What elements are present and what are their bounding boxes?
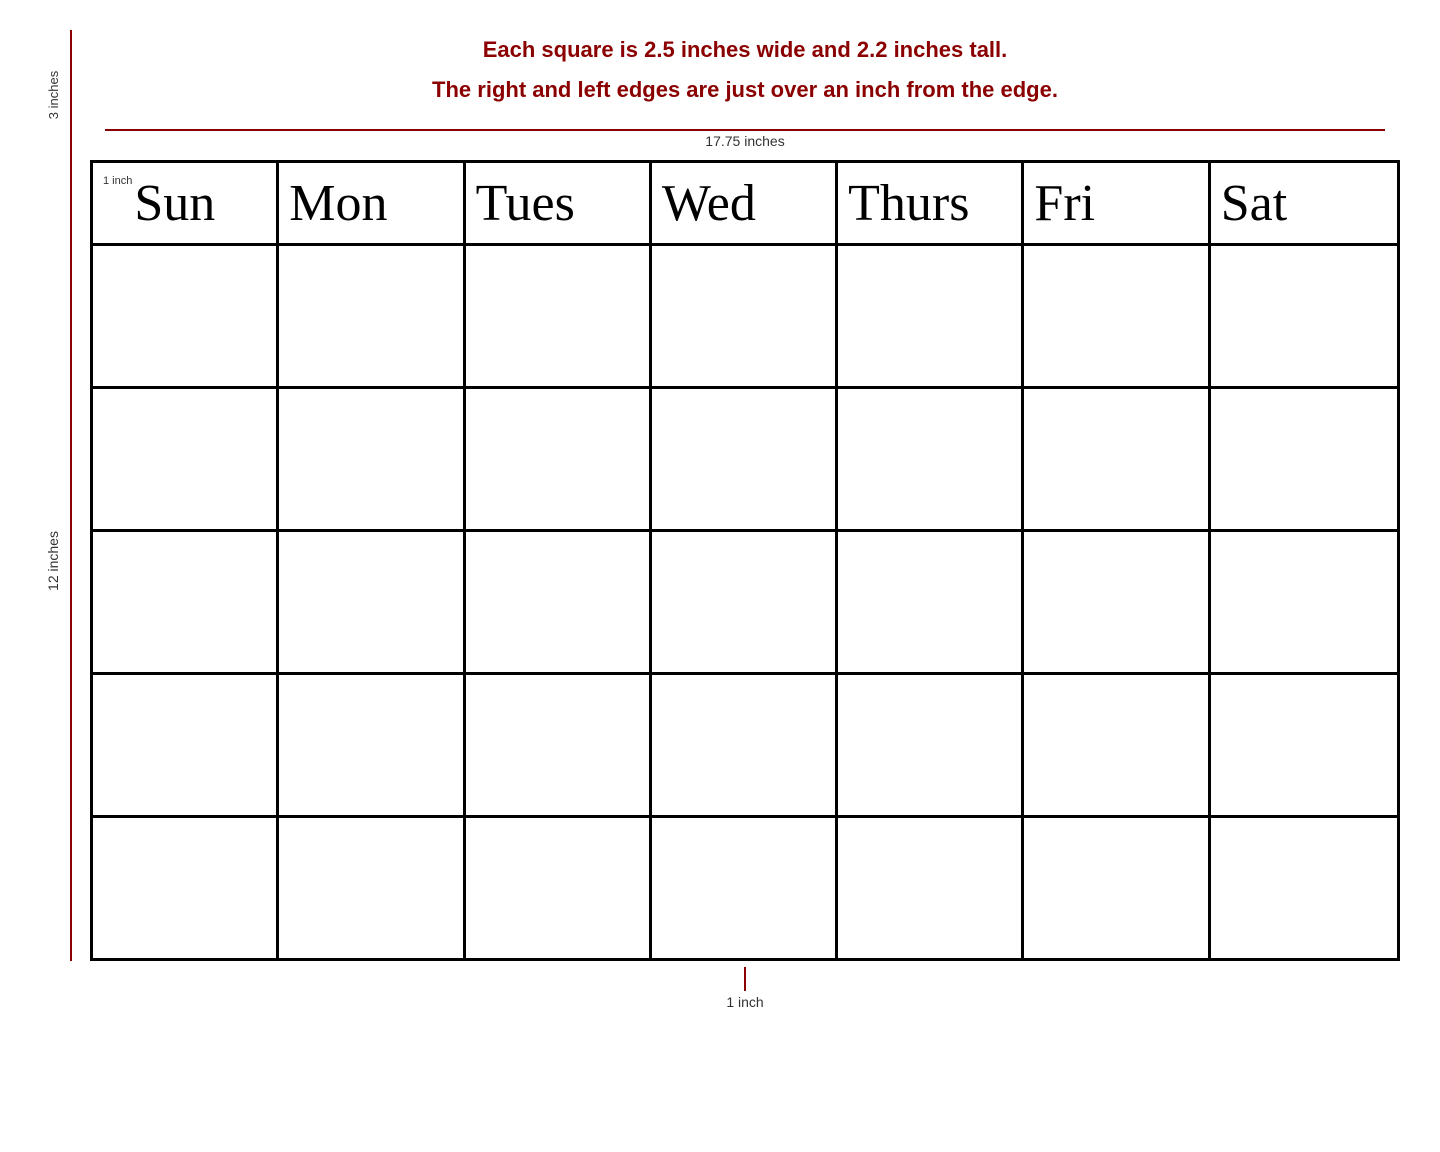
day-sun: Sun xyxy=(134,174,215,233)
bottom-ruler-line xyxy=(744,967,746,991)
cell-2-2 xyxy=(279,389,465,529)
cell-3-5 xyxy=(838,532,1024,672)
cell-5-2 xyxy=(279,818,465,958)
cal-row-5 xyxy=(93,818,1397,958)
three-inch-line xyxy=(70,30,72,160)
cell-3-2 xyxy=(279,532,465,672)
cell-1-2 xyxy=(279,246,465,386)
cell-5-1 xyxy=(93,818,279,958)
cell-4-6 xyxy=(1024,675,1210,815)
calendar-grid: 1 inch Sun Mon Tues Wed Thurs Fri Sat xyxy=(90,160,1400,961)
cal-row-3 xyxy=(93,532,1397,675)
ruler-left-12-line xyxy=(70,160,72,961)
bottom-ruler: 1 inch xyxy=(726,967,763,1010)
cell-4-4 xyxy=(652,675,838,815)
cell-3-3 xyxy=(466,532,652,672)
cal-row-1 xyxy=(93,246,1397,389)
cal-row-2 xyxy=(93,389,1397,532)
three-inch-ruler: 3 inches xyxy=(40,30,90,160)
header-cell-fri: Fri xyxy=(1024,163,1210,243)
inch-label: 1 inch xyxy=(103,175,132,187)
day-sat: Sat xyxy=(1221,174,1287,233)
day-fri: Fri xyxy=(1034,174,1095,233)
cell-4-3 xyxy=(466,675,652,815)
cell-2-6 xyxy=(1024,389,1210,529)
cell-3-7 xyxy=(1211,532,1397,672)
header-cell-mon: Mon xyxy=(279,163,465,243)
ruler-left-12-label: 12 inches xyxy=(45,531,61,591)
header-cell-wed: Wed xyxy=(652,163,838,243)
cell-1-1 xyxy=(93,246,279,386)
bottom-section: 1 inch xyxy=(40,967,1400,1010)
instruction-line1: Each square is 2.5 inches wide and 2.2 i… xyxy=(170,30,1320,70)
calendar-header: 1 inch Sun Mon Tues Wed Thurs Fri Sat xyxy=(93,163,1397,246)
left-12-inch-ruler: 12 inches xyxy=(40,160,90,961)
header-cell-sun: 1 inch Sun xyxy=(93,163,279,243)
header-cell-sat: Sat xyxy=(1211,163,1397,243)
instruction-line2: The right and left edges are just over a… xyxy=(170,70,1320,110)
cell-4-2 xyxy=(279,675,465,815)
top-section: 3 inches Each square is 2.5 inches wide … xyxy=(40,30,1400,160)
cell-4-5 xyxy=(838,675,1024,815)
header-cell-tues: Tues xyxy=(466,163,652,243)
cell-3-6 xyxy=(1024,532,1210,672)
three-inch-label: 3 inches xyxy=(46,71,61,119)
cell-5-3 xyxy=(466,818,652,958)
info-section: Each square is 2.5 inches wide and 2.2 i… xyxy=(90,30,1400,109)
cell-1-3 xyxy=(466,246,652,386)
horizontal-ruler-line xyxy=(105,129,1385,131)
day-wed: Wed xyxy=(662,174,756,233)
day-mon: Mon xyxy=(289,174,387,233)
cell-5-6 xyxy=(1024,818,1210,958)
instructions-and-ruler: Each square is 2.5 inches wide and 2.2 i… xyxy=(90,30,1400,155)
day-thurs: Thurs xyxy=(848,174,969,233)
calendar-body xyxy=(93,246,1397,958)
bottom-ruler-label: 1 inch xyxy=(726,994,763,1010)
cell-1-4 xyxy=(652,246,838,386)
cell-4-7 xyxy=(1211,675,1397,815)
cell-2-7 xyxy=(1211,389,1397,529)
cal-row-4 xyxy=(93,675,1397,818)
cell-3-1 xyxy=(93,532,279,672)
cell-5-5 xyxy=(838,818,1024,958)
cell-2-1 xyxy=(93,389,279,529)
cell-1-6 xyxy=(1024,246,1210,386)
cell-1-7 xyxy=(1211,246,1397,386)
cell-4-1 xyxy=(93,675,279,815)
cell-2-4 xyxy=(652,389,838,529)
cell-2-5 xyxy=(838,389,1024,529)
day-tues: Tues xyxy=(476,174,575,233)
horizontal-ruler-label: 17.75 inches xyxy=(705,133,784,149)
cell-3-4 xyxy=(652,532,838,672)
cell-2-3 xyxy=(466,389,652,529)
cell-1-5 xyxy=(838,246,1024,386)
calendar-wrapper: 12 inches 1 inch Sun Mon Tues Wed Thurs … xyxy=(40,160,1400,961)
header-cell-thurs: Thurs xyxy=(838,163,1024,243)
cell-5-4 xyxy=(652,818,838,958)
horizontal-ruler: 17.75 inches xyxy=(105,129,1385,149)
cell-5-7 xyxy=(1211,818,1397,958)
